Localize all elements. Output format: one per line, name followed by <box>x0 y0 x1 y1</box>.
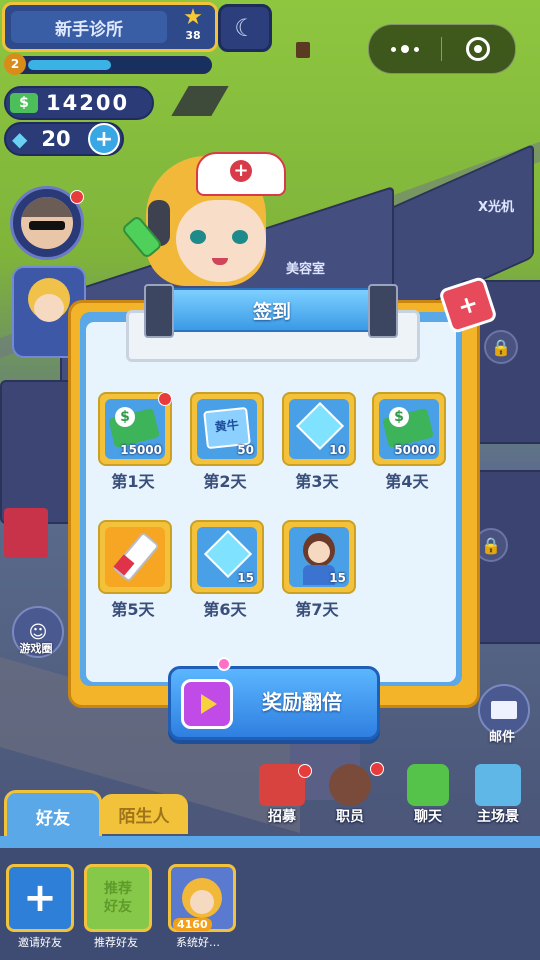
recommend-friend-inner: 推荐 好友 <box>104 881 132 915</box>
day-2-item[interactable]: 黄牛 50 <box>190 392 264 466</box>
cash-bundle-icon: $ 15000 <box>105 399 165 459</box>
chat-icon <box>407 764 449 806</box>
double-reward-label: 奖励翻倍 <box>262 689 342 714</box>
recommend-friend-label: 推荐好友 <box>94 936 138 949</box>
checkin-dialog-panel <box>86 322 456 682</box>
xray-label: X光机 <box>478 200 515 215</box>
recommend-friend-slot[interactable]: 推荐 好友 <box>84 864 152 932</box>
clip-left <box>144 284 174 338</box>
lock-icon[interactable]: 🔒 <box>484 330 518 364</box>
system-friend-score: 4160 <box>173 918 212 931</box>
day-7-item[interactable]: 15 <box>282 520 356 594</box>
first-aid-icon: + <box>454 288 482 322</box>
day-3-label: 第3天 <box>295 472 339 491</box>
building-icon <box>475 764 521 806</box>
level-fill <box>28 60 111 70</box>
moon-icon: ☾ <box>234 14 256 42</box>
night-mode-button[interactable]: ☾ <box>218 4 272 52</box>
gem-counter: ◆ 20 + <box>4 122 124 156</box>
staff-icon <box>329 764 371 806</box>
recruit-badge <box>298 764 312 778</box>
booklet-icon: 黄牛 50 <box>197 399 257 459</box>
level-track <box>28 60 212 70</box>
main-scene-button[interactable]: 主场景 <box>466 764 530 826</box>
staff-badge <box>370 762 384 776</box>
cash-counter: $ 14200 <box>4 86 154 120</box>
mail-label: 邮件 <box>488 730 515 745</box>
system-friend-label: 系统好… <box>176 936 220 949</box>
beauty-label: 美容室 <box>286 262 326 277</box>
more-button[interactable] <box>369 45 441 53</box>
cash-icon: $ <box>10 93 38 113</box>
level-badge: 2 <box>4 53 26 75</box>
stump <box>296 42 310 58</box>
title-banner: 签到 <box>150 288 394 332</box>
character-card-icon: 15 <box>289 527 349 587</box>
envelope-icon <box>491 701 517 719</box>
gem-icon: ◆ <box>12 127 28 151</box>
chat-button[interactable]: 聊天 <box>396 764 460 826</box>
tab-friends[interactable]: 好友 <box>4 790 102 839</box>
system-friend-slot[interactable]: 4160 <box>168 864 236 932</box>
star-count: 38 <box>185 29 201 42</box>
day-5-item[interactable] <box>98 520 172 594</box>
recruit-label: 招募 <box>268 809 296 825</box>
day-6-qty: 15 <box>237 571 254 585</box>
cash-bundle-icon: $ 50000 <box>379 399 439 459</box>
target-icon <box>466 37 490 61</box>
diamond-icon: 15 <box>197 527 257 587</box>
day-1-badge <box>158 392 172 406</box>
diamond-icon: 10 <box>289 399 349 459</box>
level-bar: 2 <box>4 53 212 75</box>
avatar-face-icon <box>21 197 73 249</box>
day-6-item[interactable]: 15 <box>190 520 264 594</box>
rock <box>171 86 229 116</box>
chat-label: 聊天 <box>414 809 442 825</box>
game-circle-label: 游戏圈 <box>19 642 53 655</box>
clinic-name: 新手诊所 <box>11 11 167 43</box>
nurse-mascot: + <box>120 146 286 296</box>
invite-friend-slot[interactable]: + <box>6 864 74 932</box>
friends-strip-top <box>0 836 540 848</box>
day-2-qty: 50 <box>237 443 254 457</box>
miniprogram-capsule <box>368 24 516 74</box>
dialog-title: 签到 <box>252 300 291 323</box>
double-reward-button[interactable]: 奖励翻倍 <box>168 657 380 740</box>
add-gems-button[interactable]: + <box>88 123 120 155</box>
day-6-label: 第6天 <box>203 600 247 619</box>
clinic-banner[interactable]: 新手诊所 ★ 38 <box>2 2 218 52</box>
antenna-icon <box>217 657 231 671</box>
day-7-qty: 15 <box>329 571 346 585</box>
staff-label: 职员 <box>336 809 364 825</box>
nurse-cap-icon: + <box>196 152 286 196</box>
system-friend-avatar <box>182 878 222 918</box>
day-1-qty: 15000 <box>120 443 162 457</box>
tab-strangers[interactable]: 陌生人 <box>100 794 188 834</box>
star-icon: ★ <box>183 5 203 30</box>
day-7-label: 第7天 <box>295 600 339 619</box>
invite-friend-label: 邀请好友 <box>18 936 62 949</box>
avatar-notification-dot <box>70 190 84 204</box>
day-2-label: 第2天 <box>203 472 247 491</box>
day-3-qty: 10 <box>329 443 346 457</box>
syringe-icon <box>105 527 165 587</box>
star-rating: ★ 38 <box>173 7 213 47</box>
day-4-qty: 50000 <box>394 443 436 457</box>
nurse-face-icon <box>34 294 64 322</box>
day-4-label: 第4天 <box>385 472 429 491</box>
gem-value: 20 <box>41 127 71 151</box>
day-1-label: 第1天 <box>111 472 155 491</box>
cash-value: 14200 <box>46 91 130 115</box>
day-3-item[interactable]: 10 <box>282 392 356 466</box>
main-scene-label: 主场景 <box>477 809 519 825</box>
close-miniprogram-button[interactable] <box>442 37 514 61</box>
plus-icon: + <box>23 875 57 921</box>
video-play-icon <box>181 679 233 729</box>
day-5-label: 第5天 <box>111 600 155 619</box>
day-4-item[interactable]: $ 50000 <box>372 392 446 466</box>
vending-machine <box>4 508 48 558</box>
mascot-face <box>176 200 266 282</box>
clip-right <box>368 284 398 338</box>
